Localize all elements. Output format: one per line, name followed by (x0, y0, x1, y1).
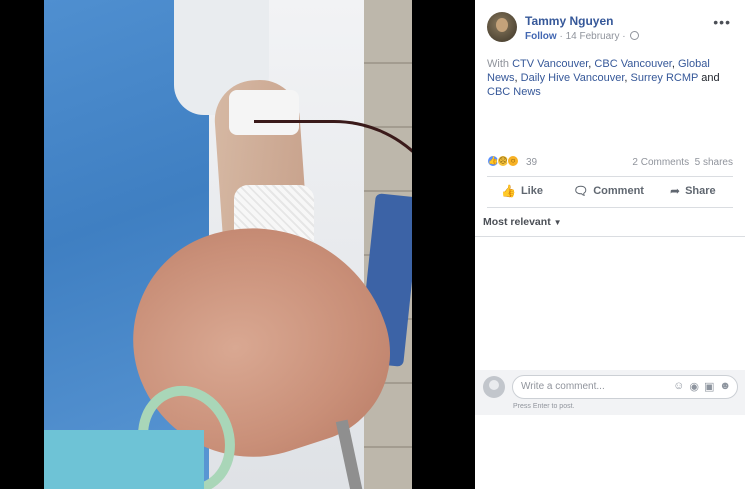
post-side-panel: Tammy Nguyen Follow · 14 February · ••• … (475, 0, 745, 489)
divider (487, 207, 733, 208)
share-button[interactable]: ➦ Share (670, 184, 716, 198)
reaction-icons[interactable]: 👍☹ ○ (487, 155, 519, 169)
emoji-icon[interactable]: ☺ (673, 380, 684, 393)
tag-and: and (698, 72, 720, 84)
comment-count[interactable]: 2 Comments (632, 157, 689, 168)
post-photo[interactable] (44, 0, 412, 489)
share-arrow-icon: ➦ (670, 184, 681, 198)
wow-icon: ○ (507, 155, 519, 167)
viewer-avatar (483, 376, 505, 398)
meta-dot: · (622, 31, 629, 42)
author-name[interactable]: Tammy Nguyen (525, 14, 613, 28)
comment-button[interactable]: 🗨 Comment (573, 184, 644, 198)
comment-label: Comment (593, 185, 644, 197)
with-label: With (487, 58, 513, 70)
comment-share-counts: 2 Comments 5 shares (632, 157, 733, 168)
share-label: Share (685, 185, 716, 197)
reaction-bar: 👍☹ ○ 39 2 Comments 5 shares (487, 155, 733, 171)
camera-icon[interactable]: ◉ (689, 380, 699, 393)
post-header: Tammy Nguyen Follow · 14 February · ••• (475, 0, 745, 50)
photo-cuff (44, 430, 204, 489)
reaction-count[interactable]: 39 (526, 157, 537, 168)
share-count[interactable]: 5 shares (695, 157, 733, 168)
comment-sort-label: Most relevant (483, 216, 551, 228)
globe-icon (630, 31, 640, 40)
photo-viewer (0, 0, 475, 489)
post-meta: Follow · 14 February · (525, 31, 640, 42)
more-options-icon[interactable]: ••• (713, 14, 731, 30)
tag-link[interactable]: Surrey RCMP (631, 72, 699, 84)
caret-down-icon: ▼ (553, 218, 562, 227)
comment-sort-dropdown[interactable]: Most relevant ▼ (483, 216, 562, 228)
comment-input[interactable] (521, 381, 651, 392)
gif-icon[interactable]: ▣ (704, 380, 714, 393)
tag-link[interactable]: Daily Hive Vancouver (521, 72, 625, 84)
speech-bubble-icon: 🗨 (573, 184, 589, 198)
tag-link[interactable]: CBC News (487, 86, 541, 98)
sticker-icon[interactable]: ☻ (719, 380, 731, 393)
post-date[interactable]: 14 February (566, 31, 620, 42)
thumbs-up-icon: 👍 (501, 184, 516, 198)
comment-composer: ☺ ◉ ▣ ☻ Press Enter to post. (475, 370, 745, 415)
tag-link[interactable]: CBC Vancouver (594, 58, 671, 70)
enter-hint: Press Enter to post. (513, 403, 575, 410)
like-label: Like (520, 185, 543, 197)
action-bar: 👍 Like 🗨 Comment ➦ Share (487, 181, 733, 203)
follow-link[interactable]: Follow (525, 31, 557, 42)
divider (475, 236, 745, 237)
like-button[interactable]: 👍 Like (501, 184, 543, 198)
divider (487, 176, 733, 177)
comment-tools: ☺ ◉ ▣ ☻ (673, 380, 731, 393)
author-avatar[interactable] (487, 12, 517, 42)
tag-link[interactable]: CTV Vancouver (512, 58, 588, 70)
post-text: With CTV Vancouver, CBC Vancouver, Globa… (487, 57, 737, 99)
comment-box[interactable]: ☺ ◉ ▣ ☻ (512, 375, 738, 399)
